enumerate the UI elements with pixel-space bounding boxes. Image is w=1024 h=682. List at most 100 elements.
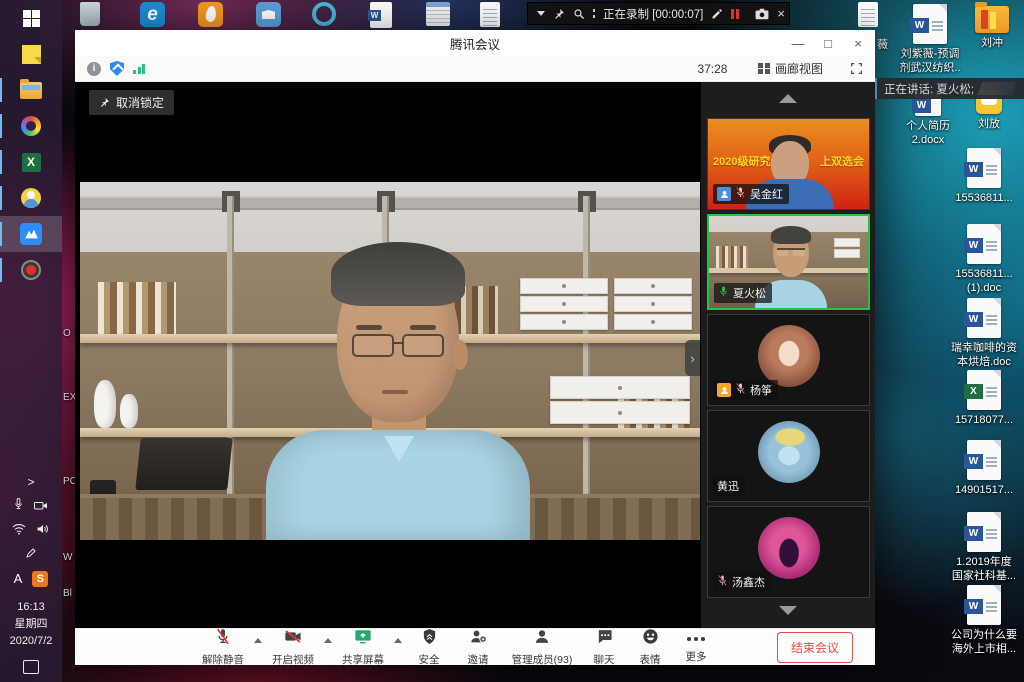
desktop-icon-doc[interactable]: W 14901517...	[934, 440, 1024, 497]
tray-pen-icon[interactable]	[25, 546, 37, 564]
tray-volume-icon[interactable]	[36, 522, 49, 540]
participant-tile[interactable]: 黄迅	[707, 410, 870, 502]
start-button[interactable]	[0, 0, 62, 36]
meeting-timer: 37:28	[697, 62, 727, 76]
scroll-down-arrow[interactable]	[779, 606, 797, 615]
scroll-up-arrow[interactable]	[779, 94, 797, 103]
invite-button[interactable]: 邀请	[453, 628, 503, 667]
desktop-icon-doc[interactable]: W 15536811... (1).doc	[934, 224, 1024, 296]
participant-label: 夏火松	[714, 283, 772, 303]
minimize-button[interactable]: —	[783, 30, 813, 56]
desktop-icon-doc[interactable]: W 15536811...	[934, 148, 1024, 205]
desktop-icon-sheet[interactable]: X 15718077...	[934, 370, 1024, 427]
unpin-button[interactable]: 取消锁定	[89, 90, 174, 115]
recorder-status: 正在录制 [00:00:07]	[603, 6, 703, 22]
mic-muted-icon	[735, 186, 746, 202]
recorder-edit-icon[interactable]	[711, 8, 723, 20]
participant-tile[interactable]: 2020级研究生 上双选会 吴金红	[707, 118, 870, 210]
taskbar-user-account[interactable]	[0, 180, 62, 216]
word-file-icon: W	[967, 585, 1001, 625]
tray-wifi-icon[interactable]	[12, 522, 26, 540]
taskbar-tencent-meeting[interactable]	[0, 216, 62, 252]
manage-members-button[interactable]: 管理成员(93)	[503, 628, 581, 667]
edge-browser-icon[interactable]: e	[140, 2, 165, 27]
recycle-bin-icon[interactable]	[80, 2, 100, 26]
meeting-security-shield-icon[interactable]	[110, 61, 124, 76]
desktop-icon-doc[interactable]: W 瑞幸咖啡的资 本烘焙.doc	[934, 298, 1024, 370]
tray-microphone-icon[interactable]	[13, 497, 24, 516]
taskbar-screen-recorder[interactable]	[0, 252, 62, 288]
taskbar-browser[interactable]	[0, 108, 62, 144]
mic-muted-icon	[717, 574, 728, 590]
main-video-stage: 取消锁定 ›	[75, 82, 700, 628]
desktop-icon-doc[interactable]: W 1.2019年度 国家社科基...	[934, 512, 1024, 584]
start-video-button[interactable]: 开启视频	[265, 628, 321, 667]
camera-off-icon	[284, 628, 302, 650]
close-button[interactable]: ×	[843, 30, 873, 56]
end-meeting-button[interactable]: 结束会议	[777, 632, 853, 663]
unmute-button[interactable]: 解除静音	[195, 628, 251, 667]
participant-tile-speaking[interactable]: 夏火松	[707, 214, 870, 310]
recorder-pause-icon[interactable]	[731, 9, 739, 19]
word-doc-icon[interactable]	[370, 2, 392, 28]
speaker-glasses	[352, 334, 394, 357]
share-options-caret[interactable]	[394, 638, 402, 643]
recorder-screenshot-icon[interactable]	[755, 8, 769, 20]
mic-options-caret[interactable]	[254, 638, 262, 643]
participant-name: 汤鑫杰	[732, 574, 765, 590]
action-center-icon[interactable]	[23, 660, 39, 674]
desktop-icon-label: 个人简历 2.docx	[906, 119, 950, 148]
input-language-indicator[interactable]: A	[14, 571, 23, 586]
security-button[interactable]: 安全	[405, 628, 453, 667]
video-options-caret[interactable]	[324, 638, 332, 643]
participant-tile[interactable]: 杨筝	[707, 314, 870, 406]
member-badge-icon	[717, 187, 731, 201]
taskbar-clock[interactable]: 16:13 星期四 2020/7/2	[10, 599, 53, 650]
network-quality-icon[interactable]	[133, 64, 145, 74]
desktop-icon-liu-chong[interactable]: 刘冲	[960, 6, 1024, 50]
share-screen-button[interactable]: 共享屏幕	[335, 628, 391, 667]
flame-app-icon[interactable]	[198, 2, 223, 27]
participant-name: 夏火松	[733, 285, 766, 301]
fullscreen-icon[interactable]	[850, 62, 863, 75]
desktop-icon-label: 15536811...	[955, 191, 1012, 205]
ring-app-icon[interactable]	[312, 2, 336, 26]
document-icon[interactable]	[858, 2, 878, 27]
recorder-region-icon[interactable]	[593, 9, 595, 18]
emoji-smiley-icon	[642, 628, 659, 650]
participant-label: 汤鑫杰	[713, 572, 771, 592]
tray-camera-icon[interactable]	[34, 498, 48, 516]
maximize-button[interactable]: □	[813, 30, 843, 56]
desktop-icon-doc[interactable]: W 公司为什么要 海外上市相...	[934, 585, 1024, 657]
taskbar-sticky-notes[interactable]	[0, 36, 62, 72]
word-file-icon: W	[967, 224, 1001, 264]
emoji-button[interactable]: 表情	[627, 628, 673, 667]
shield-icon	[422, 628, 437, 650]
gallery-view-toggle[interactable]: 画廊视图	[758, 60, 823, 77]
spreadsheet-icon[interactable]	[426, 2, 450, 26]
meeting-info-icon[interactable]: i	[87, 62, 101, 76]
desktop-icon-label: 15536811... (1).doc	[955, 267, 1012, 296]
record-icon	[21, 260, 41, 280]
taskbar: X > A S 16:13 星期四	[0, 0, 62, 682]
recorder-collapse-caret-icon[interactable]	[537, 11, 545, 16]
participant-tile[interactable]: 汤鑫杰	[707, 506, 870, 598]
recorder-zoom-icon[interactable]	[573, 8, 585, 20]
speaker-video	[80, 182, 700, 540]
speaker-hair	[331, 242, 465, 306]
recorder-close-icon[interactable]: ×	[777, 7, 785, 20]
recorder-pin-icon[interactable]	[553, 8, 565, 20]
excel-icon: X	[22, 153, 41, 172]
box-app-icon[interactable]	[256, 2, 281, 27]
word-file-icon: W	[967, 512, 1001, 552]
document-icon[interactable]	[480, 2, 500, 27]
chat-button[interactable]: 聊天	[581, 628, 627, 667]
more-button[interactable]: 更多	[673, 630, 719, 664]
hidden-icons-chevron[interactable]: >	[27, 475, 34, 495]
taskbar-file-explorer[interactable]	[0, 72, 62, 108]
sogou-input-icon[interactable]: S	[32, 571, 48, 587]
desktop-icon-label: 瑞幸咖啡的资 本烘焙.doc	[951, 341, 1017, 370]
speaking-toast: 正在讲话: 夏火松;	[875, 78, 1024, 99]
taskbar-excel[interactable]: X	[0, 144, 62, 180]
panel-collapse-arrow[interactable]: ›	[685, 340, 700, 376]
